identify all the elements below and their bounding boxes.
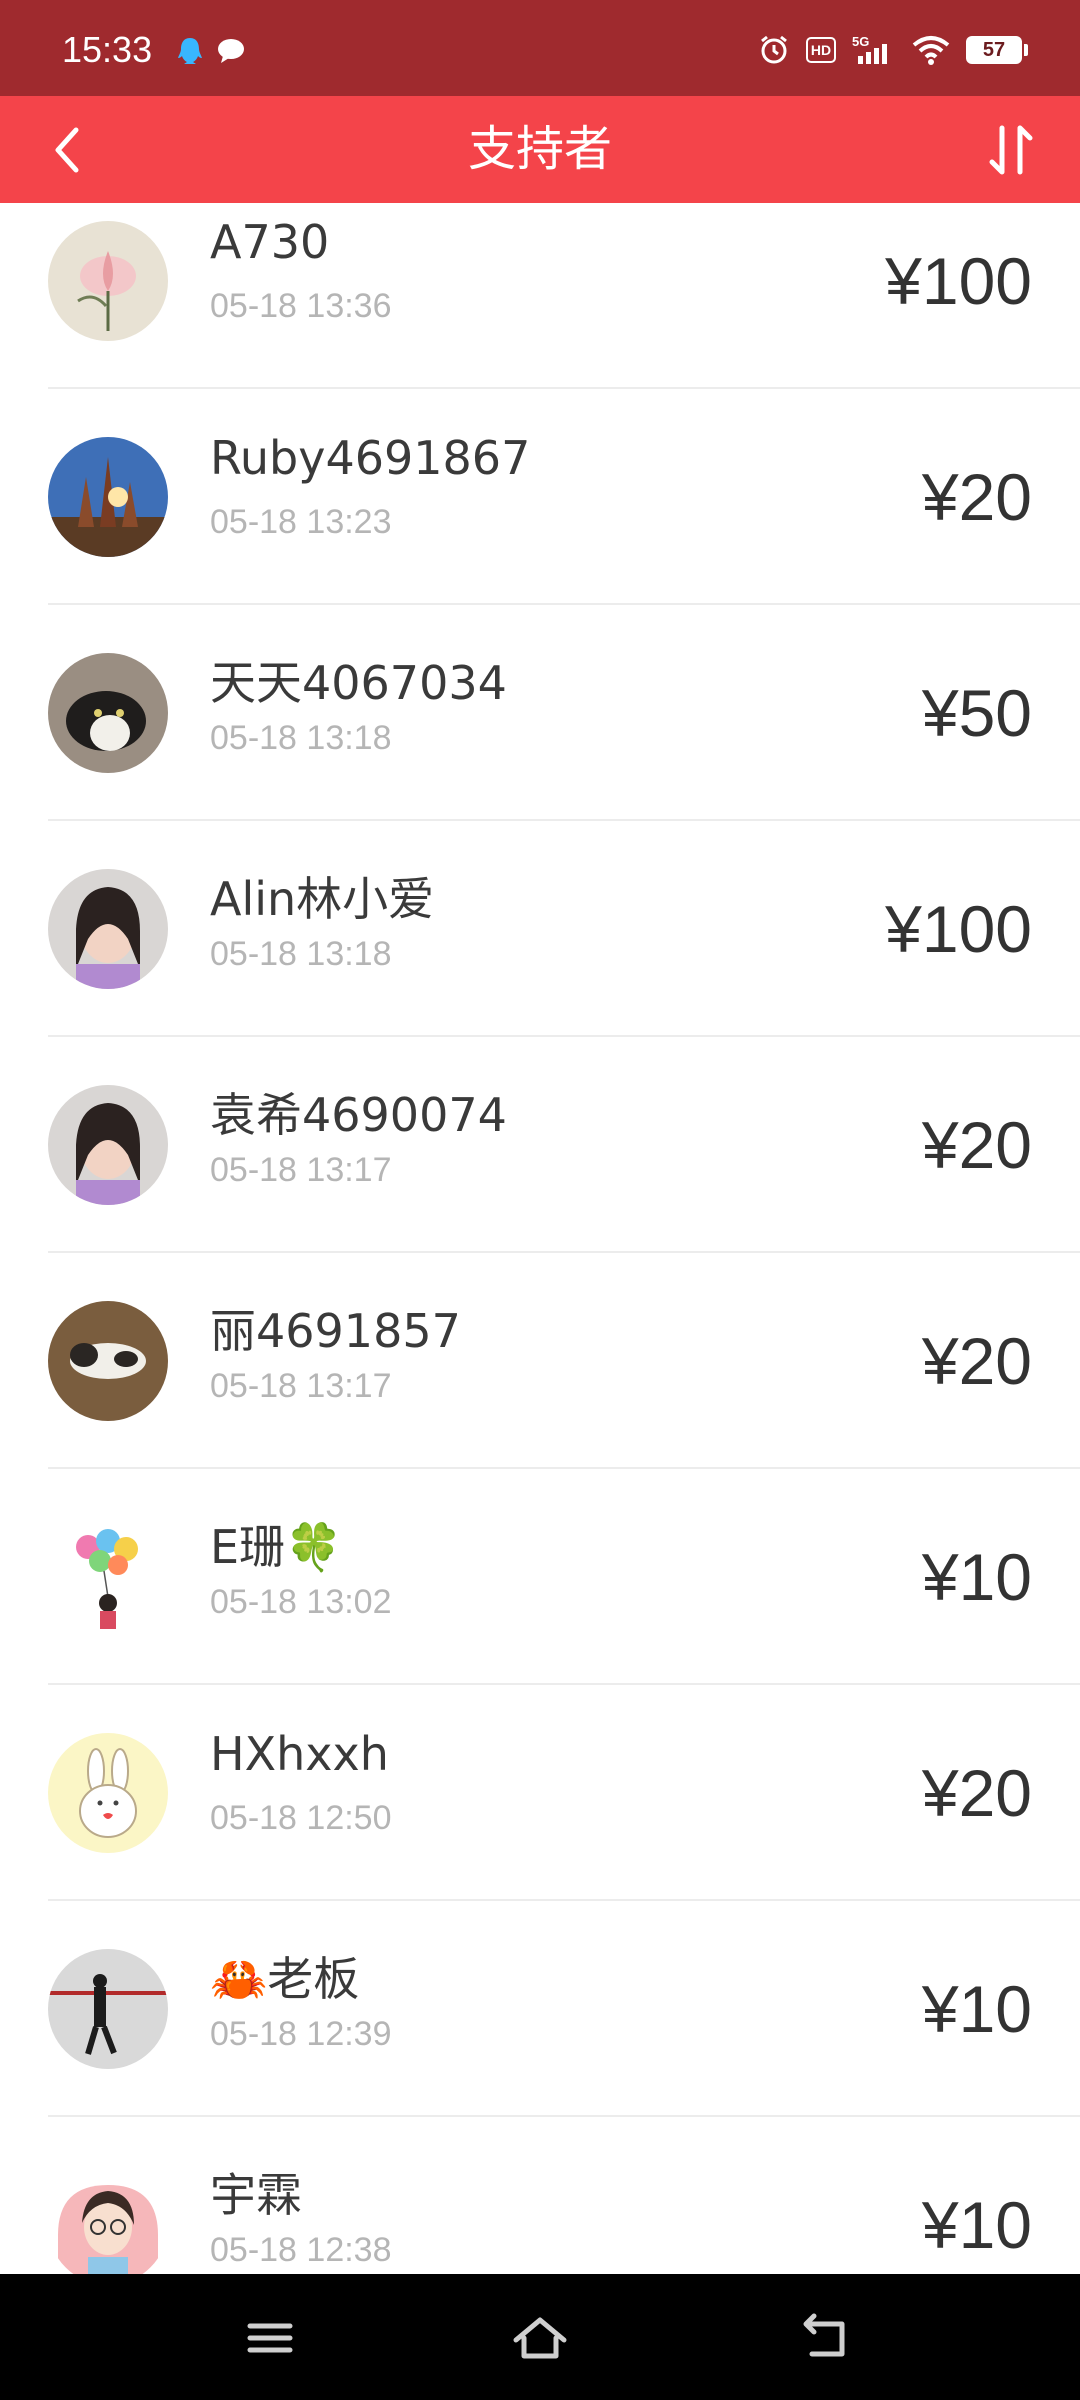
support-amount: ¥10 xyxy=(921,2188,1032,2262)
nav-back-button[interactable] xyxy=(792,2306,856,2370)
supporter-name: 🦀老板 xyxy=(210,1952,360,2006)
support-time: 05-18 13:18 xyxy=(210,935,392,973)
battery-indicator: 57 xyxy=(966,36,1028,64)
support-amount: ¥20 xyxy=(921,460,1032,534)
support-amount: ¥20 xyxy=(921,1108,1032,1182)
avatar[interactable] xyxy=(48,869,168,989)
alarm-icon xyxy=(761,35,787,64)
support-amount: ¥100 xyxy=(885,244,1032,318)
supporter-row[interactable]: 袁希4690074 05-18 13:17 ¥20 xyxy=(0,1037,1080,1253)
supporter-row[interactable]: Alin林小爱 05-18 13:18 ¥100 xyxy=(0,821,1080,1037)
supporter-row[interactable]: 🦀老板 05-18 12:39 ¥10 xyxy=(0,1901,1080,2117)
supporter-name: Alin林小爱 xyxy=(210,872,435,926)
support-amount: ¥10 xyxy=(921,1540,1032,1614)
supporter-row[interactable]: E珊🍀 05-18 13:02 ¥10 xyxy=(0,1469,1080,1685)
support-amount: ¥20 xyxy=(921,1324,1032,1398)
support-time: 05-18 13:18 xyxy=(210,719,392,757)
support-time: 05-18 12:38 xyxy=(210,2231,392,2269)
supporter-row[interactable]: HXhxxh 05-18 12:50 ¥20 xyxy=(0,1685,1080,1901)
avatar[interactable] xyxy=(48,1517,168,1637)
avatar[interactable] xyxy=(48,1301,168,1421)
avatar[interactable] xyxy=(48,1733,168,1853)
sort-button[interactable] xyxy=(978,118,1042,182)
status-left-icons xyxy=(176,36,246,66)
avatar[interactable] xyxy=(48,1085,168,1205)
support-time: 05-18 12:50 xyxy=(210,1799,392,1837)
support-time: 05-18 12:39 xyxy=(210,2015,392,2053)
5g-signal-icon: 5G xyxy=(852,34,887,64)
support-time: 05-18 13:23 xyxy=(210,503,392,541)
message-icon xyxy=(218,39,244,63)
avatar[interactable] xyxy=(48,2165,168,2274)
supporter-name: 宇霖 xyxy=(210,2168,302,2222)
supporter-row[interactable]: 丽4691857 05-18 13:17 ¥20 xyxy=(0,1253,1080,1469)
avatar[interactable] xyxy=(48,437,168,557)
menu-button[interactable] xyxy=(238,2306,302,2370)
home-icon xyxy=(513,2317,567,2359)
supporter-list-inner: A730 05-18 13:36 ¥100 Ruby4691867 05-18 13:2… xyxy=(0,203,1080,2274)
avatar[interactable] xyxy=(48,1949,168,2069)
support-time: 05-18 13:02 xyxy=(210,1583,392,1621)
supporter-name: 天天4067034 xyxy=(210,656,507,710)
supporter-name: HXhxxh xyxy=(210,1727,389,1781)
home-button[interactable] xyxy=(508,2306,572,2370)
supporter-name: Ruby4691867 xyxy=(210,431,531,485)
status-time: 15:33 xyxy=(62,29,153,70)
supporter-name: A730 xyxy=(210,215,330,269)
sort-arrows-icon xyxy=(989,125,1033,175)
support-amount: ¥100 xyxy=(885,892,1032,966)
support-time: 05-18 13:17 xyxy=(210,1367,392,1405)
supporter-name: E珊🍀 xyxy=(210,1520,343,1574)
status-bar: 15:33 HD 5G 57 xyxy=(0,0,1080,96)
supporter-row[interactable]: 天天4067034 05-18 13:18 ¥50 xyxy=(0,605,1080,821)
support-amount: ¥50 xyxy=(921,676,1032,750)
svg-text:5G: 5G xyxy=(852,34,869,49)
support-amount: ¥10 xyxy=(921,1972,1032,2046)
avatar[interactable] xyxy=(48,653,168,773)
support-amount: ¥20 xyxy=(921,1756,1032,1830)
avatar[interactable] xyxy=(48,221,168,341)
app-bar: 支持者 xyxy=(0,96,1080,203)
qq-icon xyxy=(178,38,202,64)
system-nav-bar xyxy=(0,2274,1080,2400)
supporter-row[interactable]: Ruby4691867 05-18 13:23 ¥20 xyxy=(0,389,1080,605)
wifi-icon xyxy=(912,36,950,65)
support-time: 05-18 13:17 xyxy=(210,1151,392,1189)
supporter-name: 袁希4690074 xyxy=(210,1088,507,1142)
supporter-row[interactable]: A730 05-18 13:36 ¥100 xyxy=(0,203,1080,389)
back-icon xyxy=(803,2313,845,2357)
supporter-list[interactable]: A730 05-18 13:36 ¥100 Ruby4691867 05-18 13:2… xyxy=(0,203,1080,2274)
page-title: 支持者 xyxy=(467,121,612,177)
supporter-name: 丽4691857 xyxy=(210,1304,461,1358)
supporter-row[interactable]: 宇霖 05-18 12:38 ¥10 xyxy=(0,2117,1080,2274)
menu-icon xyxy=(247,2323,293,2353)
status-right-icons: HD 5G 57 xyxy=(758,34,1028,66)
hd-icon: HD xyxy=(806,37,836,63)
support-time: 05-18 13:36 xyxy=(210,287,392,325)
